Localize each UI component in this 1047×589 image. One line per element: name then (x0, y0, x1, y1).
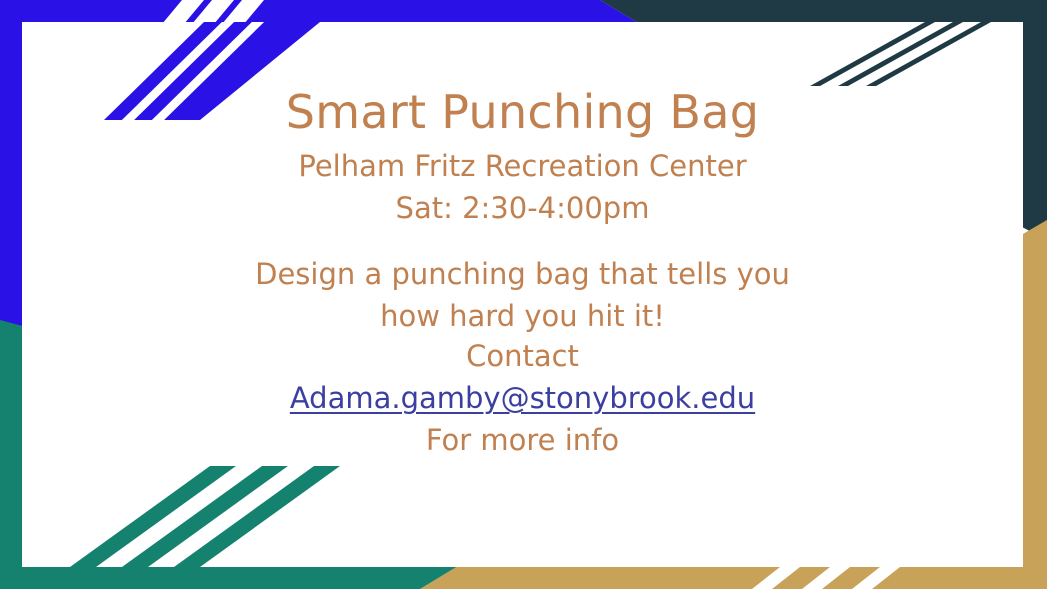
slide: Smart Punching Bag Pelham Fritz Recreati… (0, 0, 1047, 589)
contact-email-link[interactable]: Adama.gamby@stonybrook.edu (290, 381, 755, 415)
slide-title: Smart Punching Bag (285, 85, 760, 139)
description-line-2: how hard you hit it! (380, 299, 665, 333)
venue-text: Pelham Fritz Recreation Center (298, 149, 747, 183)
more-info-text: For more info (425, 423, 620, 457)
contact-label: Contact (466, 339, 579, 373)
time-text: Sat: 2:30-4:00pm (395, 191, 650, 225)
description-line-1: Design a punching bag that tells you (255, 257, 790, 291)
slide-content: Smart Punching Bag Pelham Fritz Recreati… (22, 22, 1023, 567)
contact-email-row: Adama.gamby@stonybrook.edu (22, 378, 1023, 418)
